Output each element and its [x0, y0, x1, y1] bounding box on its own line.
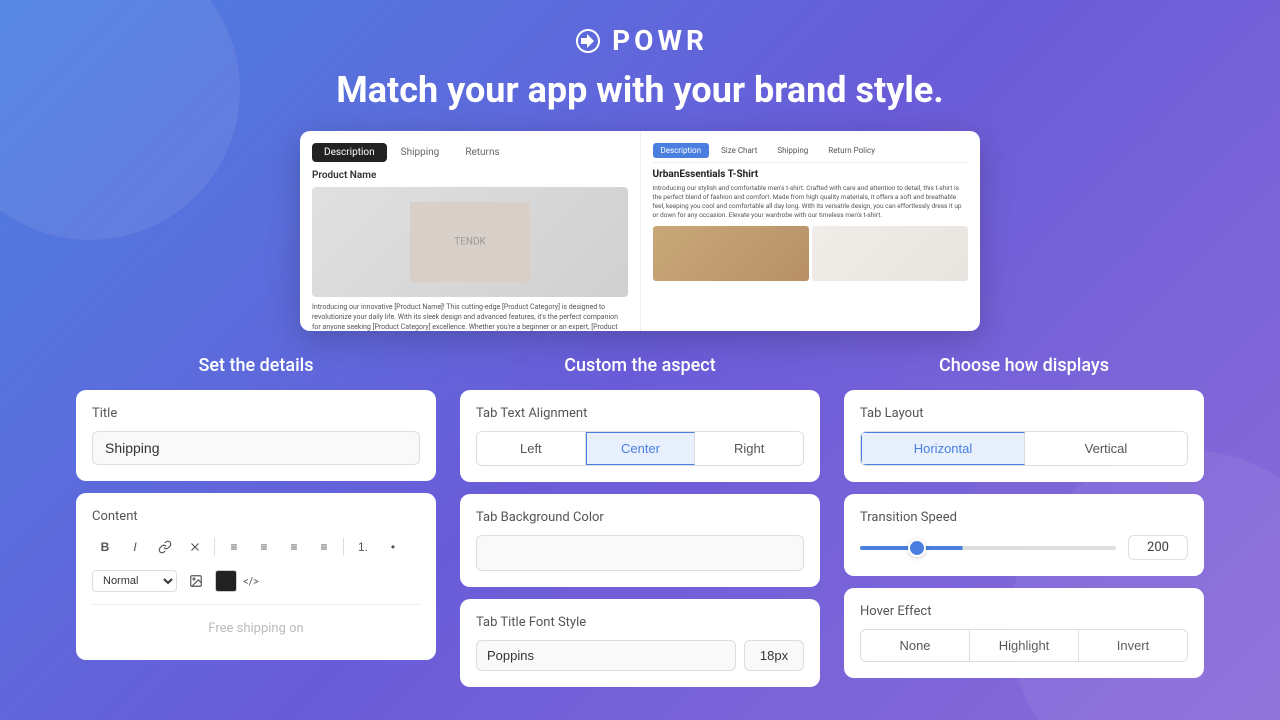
hover-panel: Hover Effect None Highlight Invert — [844, 588, 1204, 678]
italic-button[interactable]: I — [122, 534, 148, 560]
preview-tab-size[interactable]: Size Chart — [713, 143, 765, 158]
section-aspect-title: Custom the aspect — [460, 355, 820, 376]
title-input[interactable] — [92, 431, 420, 465]
preview-product-name: Product Name — [312, 170, 628, 181]
section-display-title: Choose how displays — [844, 355, 1204, 376]
preview-product-images — [653, 226, 969, 281]
link-button[interactable] — [152, 534, 178, 560]
section-aspect: Custom the aspect Tab Text Alignment Lef… — [460, 355, 820, 699]
logo: POWR — [0, 24, 1280, 57]
title-label: Title — [92, 406, 420, 421]
preview-right: Description Size Chart Shipping Return P… — [641, 131, 981, 331]
font-style-label: Tab Title Font Style — [476, 615, 804, 630]
align-center-button[interactable]: ≡ — [221, 534, 247, 560]
preview-product-desc2: Introducing our stylish and comfortable … — [653, 184, 969, 220]
ordered-list-button[interactable]: 1. — [350, 534, 376, 560]
logo-text: POWR — [612, 24, 708, 57]
alignment-label: Tab Text Alignment — [476, 406, 804, 421]
layout-label: Tab Layout — [860, 406, 1188, 421]
preview-img-2 — [812, 226, 968, 281]
image-button[interactable] — [183, 568, 209, 594]
hover-none-btn[interactable]: None — [861, 630, 970, 661]
hover-highlight-btn[interactable]: Highlight — [970, 630, 1079, 661]
font-family-input[interactable] — [476, 640, 736, 671]
section-details-title: Set the details — [76, 355, 436, 376]
speed-panel: Transition Speed 200 — [844, 494, 1204, 576]
preview-img-1 — [653, 226, 809, 281]
title-panel: Title — [76, 390, 436, 481]
color-picker-button[interactable] — [215, 570, 237, 592]
preview-container: Description Shipping Returns Product Nam… — [0, 131, 1280, 331]
toolbar-divider-2 — [343, 538, 344, 556]
speed-slider-row: 200 — [860, 535, 1188, 560]
hover-group: None Highlight Invert — [860, 629, 1188, 662]
section-display: Choose how displays Tab Layout Horizonta… — [844, 355, 1204, 699]
content-toolbar: B I ≡ ≡ ≡ ≡ 1. • — [92, 534, 420, 560]
align-left-button[interactable]: ≡ — [251, 534, 277, 560]
font-style-panel: Tab Title Font Style — [460, 599, 820, 687]
hover-invert-btn[interactable]: Invert — [1079, 630, 1187, 661]
preview-tabs-dark: Description Shipping Returns — [312, 143, 628, 162]
preview-product-desc: Introducing our innovative [Product Name… — [312, 303, 628, 331]
content-label: Content — [92, 509, 420, 524]
preview-tabs-light: Description Size Chart Shipping Return P… — [653, 143, 969, 163]
bg-color-input[interactable] — [476, 535, 804, 571]
speed-value: 200 — [1128, 535, 1188, 560]
bg-color-panel: Tab Background Color — [460, 494, 820, 587]
header: POWR Match your app with your brand styl… — [0, 0, 1280, 131]
font-size-input[interactable] — [744, 640, 804, 671]
bold-button[interactable]: B — [92, 534, 118, 560]
preview-product-title: UrbanEssentials T-Shirt — [653, 169, 969, 180]
align-center-btn[interactable]: Center — [586, 432, 696, 465]
speed-slider[interactable] — [860, 546, 1116, 550]
powr-logo-icon — [572, 25, 604, 57]
svg-text:TENDK: TENDK — [454, 237, 486, 248]
preview-tab-returns[interactable]: Returns — [453, 143, 511, 162]
bottom-sections: Set the details Title Content B I ≡ ≡ ≡ … — [0, 355, 1280, 699]
preview-tab-description[interactable]: Description — [312, 143, 387, 162]
preview-window: Description Shipping Returns Product Nam… — [300, 131, 980, 331]
preview-tab-return[interactable]: Return Policy — [820, 143, 883, 158]
layout-panel: Tab Layout Horizontal Vertical — [844, 390, 1204, 482]
content-preview-area: Free shipping on — [92, 604, 420, 644]
unordered-list-button[interactable]: • — [380, 534, 406, 560]
content-preview-text: Free shipping on — [92, 613, 420, 644]
section-details: Set the details Title Content B I ≡ ≡ ≡ … — [76, 355, 436, 699]
style-select[interactable]: Normal Heading 1 Heading 2 — [92, 570, 177, 592]
preview-left: Description Shipping Returns Product Nam… — [300, 131, 641, 331]
align-right-button[interactable]: ≡ — [281, 534, 307, 560]
preview-tab-ship[interactable]: Shipping — [769, 143, 816, 158]
preview-tab-shipping[interactable]: Shipping — [389, 143, 452, 162]
tagline: Match your app with your brand style. — [0, 69, 1280, 111]
alignment-panel: Tab Text Alignment Left Center Right — [460, 390, 820, 482]
style-row: Normal Heading 1 Heading 2 </> — [92, 568, 420, 594]
preview-product-image: TENDK — [312, 187, 628, 297]
align-right-btn[interactable]: Right — [695, 432, 803, 465]
bg-color-label: Tab Background Color — [476, 510, 804, 525]
clear-format-button[interactable] — [182, 534, 208, 560]
layout-group: Horizontal Vertical — [860, 431, 1188, 466]
code-button[interactable]: </> — [243, 575, 259, 588]
align-justify-button[interactable]: ≡ — [311, 534, 337, 560]
horizontal-btn[interactable]: Horizontal — [861, 432, 1025, 465]
hover-label: Hover Effect — [860, 604, 1188, 619]
preview-tab-desc2[interactable]: Description — [653, 143, 710, 158]
toolbar-divider-1 — [214, 538, 215, 556]
alignment-group: Left Center Right — [476, 431, 804, 466]
align-left-btn[interactable]: Left — [477, 432, 586, 465]
content-panel: Content B I ≡ ≡ ≡ ≡ 1. • — [76, 493, 436, 660]
vertical-btn[interactable]: Vertical — [1025, 432, 1187, 465]
font-style-row — [476, 640, 804, 671]
product-sketch-icon: TENDK — [410, 202, 530, 282]
speed-label: Transition Speed — [860, 510, 1188, 525]
